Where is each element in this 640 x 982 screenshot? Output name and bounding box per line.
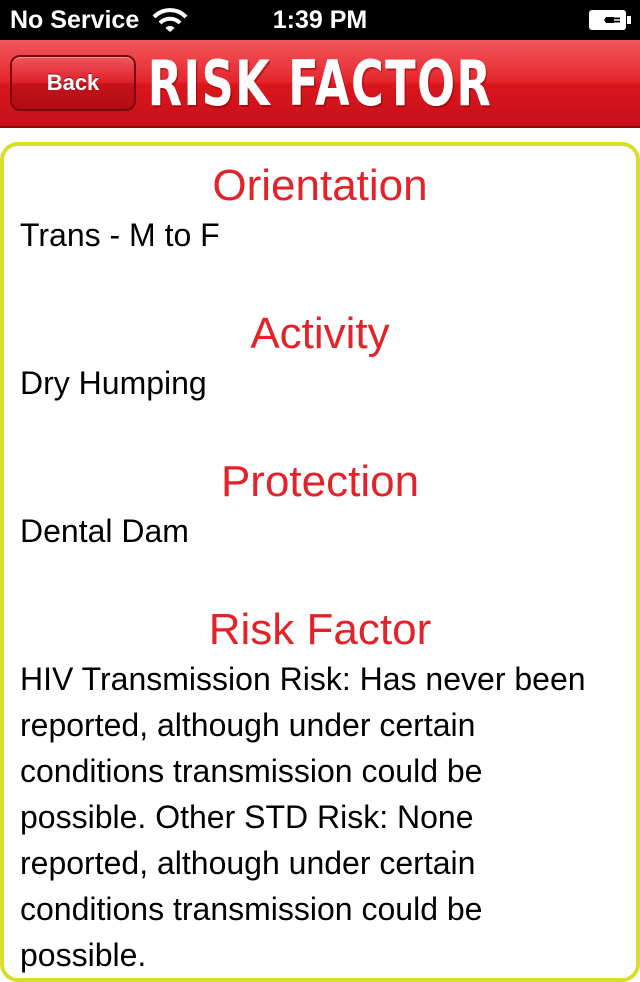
battery-charging-icon: [588, 9, 632, 31]
section-protection: Protection Dental Dam: [4, 456, 636, 554]
section-orientation: Orientation Trans - M to F: [4, 160, 636, 258]
page-title: RISK FACTOR: [147, 47, 493, 120]
section-body: Trans - M to F: [20, 217, 220, 253]
section-heading: Orientation: [212, 161, 428, 210]
section-heading: Activity: [250, 309, 390, 358]
section-risk-factor: Risk Factor HIV Transmission Risk: Has n…: [4, 604, 636, 978]
section-body: HIV Transmission Risk: Has never been re…: [20, 661, 586, 973]
clock: 1:39 PM: [272, 6, 368, 34]
navigation-bar: Back RISK FACTOR: [0, 40, 640, 128]
status-bar: No Service 1:39 PM: [0, 0, 640, 40]
section-activity: Activity Dry Humping: [4, 308, 636, 406]
content-panel[interactable]: Orientation Trans - M to F Activity Dry …: [0, 142, 640, 982]
section-body: Dry Humping: [20, 365, 207, 401]
section-heading: Protection: [220, 457, 420, 506]
section-heading: Risk Factor: [208, 605, 432, 654]
section-body: Dental Dam: [20, 513, 189, 549]
